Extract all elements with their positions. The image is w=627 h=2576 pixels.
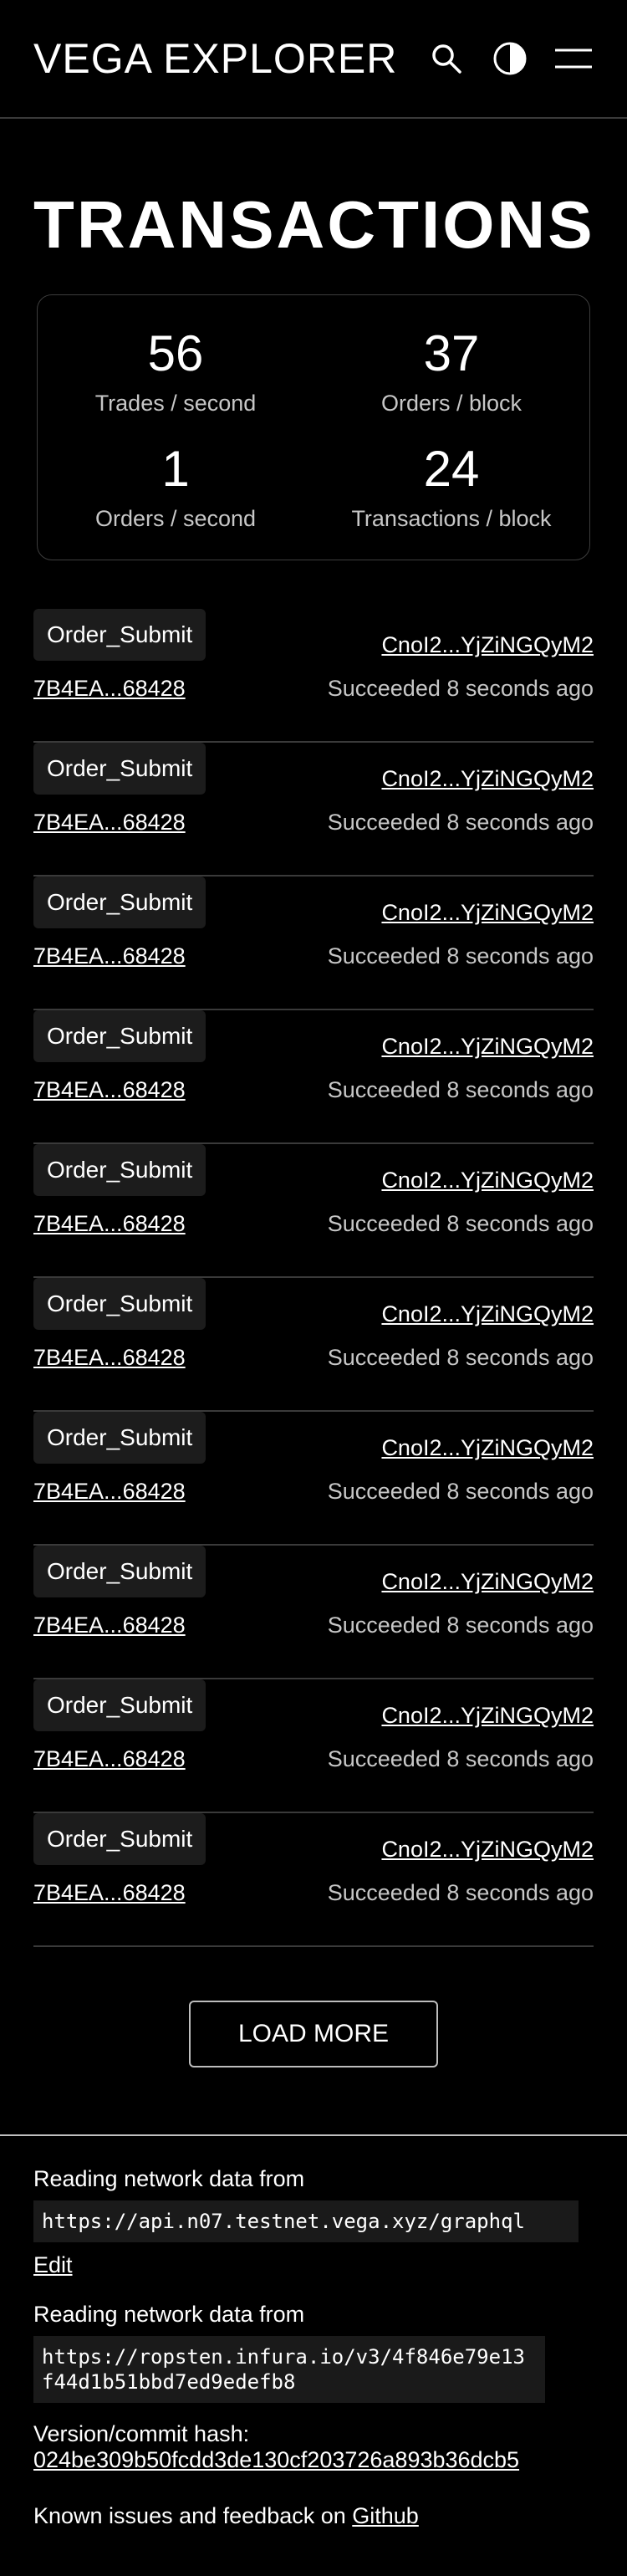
tx-type-badge: Order_Submit [33, 1144, 206, 1196]
tx-status: Succeeded 8 seconds ago [327, 810, 594, 835]
transaction-row: Order_Submit CnoI2...YjZiNGQyM2 7B4EA...68… [33, 609, 594, 743]
stat-label: Orders / second [94, 505, 257, 531]
transaction-row: Order_Submit CnoI2...YjZiNGQyM2 7B4EA...68… [33, 1813, 594, 1947]
network-label: Reading network data from [33, 2302, 305, 2327]
stat-orders-per-second: 1 Orders / second [38, 427, 314, 543]
transaction-row: Order_Submit CnoI2...YjZiNGQyM2 7B4EA...68… [33, 1278, 594, 1412]
tx-status: Succeeded 8 seconds ago [327, 676, 594, 701]
tx-status: Succeeded 8 seconds ago [327, 1077, 594, 1102]
tx-hash-link[interactable]: 7B4EA...68428 [33, 1345, 186, 1371]
brand-logo[interactable]: VEGA EXPLORER [33, 34, 397, 83]
tx-submitter-link[interactable]: CnoI2...YjZiNGQyM2 [381, 1435, 594, 1461]
network-info-1: Reading network data from https://api.n0… [33, 2166, 594, 2278]
stat-orders-per-block: 37 Orders / block [314, 312, 589, 427]
tx-type-badge: Order_Submit [33, 1546, 206, 1597]
load-more-container: LOAD MORE [0, 2001, 627, 2067]
stat-trades-per-second: 56 Trades / second [38, 312, 314, 427]
tx-type-badge: Order_Submit [33, 1813, 206, 1865]
transaction-row: Order_Submit CnoI2...YjZiNGQyM2 7B4EA...68… [33, 1010, 594, 1144]
tx-type-badge: Order_Submit [33, 743, 206, 795]
tx-status: Succeeded 8 seconds ago [327, 1211, 594, 1236]
stat-label: Transactions / block [351, 505, 552, 531]
header-actions [426, 38, 594, 79]
tx-submitter-link[interactable]: CnoI2...YjZiNGQyM2 [381, 1034, 594, 1060]
stat-label: Orders / block [380, 390, 522, 416]
tx-status: Succeeded 8 seconds ago [327, 1746, 594, 1771]
tx-status: Succeeded 8 seconds ago [327, 943, 594, 969]
tx-type-badge: Order_Submit [33, 1010, 206, 1062]
tx-type-badge: Order_Submit [33, 877, 206, 928]
tx-hash-link[interactable]: 7B4EA...68428 [33, 1613, 186, 1638]
stat-transactions-per-block: 24 Transactions / block [314, 427, 589, 543]
search-icon[interactable] [426, 38, 466, 79]
network-stats-card: 56 Trades / second 37 Orders / block 1 O… [37, 294, 590, 560]
transaction-row: Order_Submit CnoI2...YjZiNGQyM2 7B4EA...68… [33, 743, 594, 877]
transaction-row: Order_Submit CnoI2...YjZiNGQyM2 7B4EA...68… [33, 1144, 594, 1278]
stat-value: 1 [161, 440, 190, 497]
version-hash-link[interactable]: 024be309b50fcdd3de130cf203726a893b36dcb5 [33, 2447, 519, 2473]
search-icon-glyph [432, 44, 461, 74]
edit-link[interactable]: Edit [33, 2252, 73, 2278]
known-issues: Known issues and feedback on Github [33, 2503, 594, 2529]
site-header: VEGA EXPLORER [0, 0, 627, 119]
ethereum-node-url: https://ropsten.infura.io/v3/4f846e79e13… [33, 2336, 545, 2403]
theme-toggle-icon[interactable] [490, 38, 530, 79]
tx-submitter-link[interactable]: CnoI2...YjZiNGQyM2 [381, 900, 594, 926]
version-label: Version/commit hash: [33, 2421, 250, 2446]
tx-submitter-link[interactable]: CnoI2...YjZiNGQyM2 [381, 632, 594, 658]
tx-status: Succeeded 8 seconds ago [327, 1880, 594, 1905]
menu-icon[interactable] [553, 38, 594, 79]
tx-status: Succeeded 8 seconds ago [327, 1479, 594, 1504]
tx-hash-link[interactable]: 7B4EA...68428 [33, 1746, 186, 1772]
tx-submitter-link[interactable]: CnoI2...YjZiNGQyM2 [381, 1703, 594, 1729]
page-title: TRANSACTIONS [33, 187, 595, 262]
menu-icon-glyph [555, 49, 592, 69]
network-url: https://api.n07.testnet.vega.xyz/graphql [33, 2200, 579, 2242]
tx-type-badge: Order_Submit [33, 1679, 206, 1731]
edit-row: Edit [33, 2252, 594, 2278]
tx-hash-link[interactable]: 7B4EA...68428 [33, 1211, 186, 1237]
tx-status: Succeeded 8 seconds ago [327, 1613, 594, 1638]
tx-hash-link[interactable]: 7B4EA...68428 [33, 1077, 186, 1103]
transaction-row: Order_Submit CnoI2...YjZiNGQyM2 7B4EA...68… [33, 1412, 594, 1546]
network-info-2: Reading network data from https://ropste… [33, 2302, 594, 2403]
tx-hash-link[interactable]: 7B4EA...68428 [33, 810, 186, 836]
transaction-row: Order_Submit CnoI2...YjZiNGQyM2 7B4EA...68… [33, 1679, 594, 1813]
tx-hash-link[interactable]: 7B4EA...68428 [33, 1479, 186, 1505]
tx-submitter-link[interactable]: CnoI2...YjZiNGQyM2 [381, 766, 594, 792]
tx-hash-link[interactable]: 7B4EA...68428 [33, 943, 186, 969]
tx-submitter-link[interactable]: CnoI2...YjZiNGQyM2 [381, 1569, 594, 1595]
version-info: Version/commit hash: 024be309b50fcdd3de1… [33, 2421, 594, 2473]
tx-hash-link[interactable]: 7B4EA...68428 [33, 676, 186, 702]
network-label: Reading network data from [33, 2166, 305, 2191]
tx-type-badge: Order_Submit [33, 1278, 206, 1330]
transaction-row: Order_Submit CnoI2...YjZiNGQyM2 7B4EA...68… [33, 1546, 594, 1679]
transaction-row: Order_Submit CnoI2...YjZiNGQyM2 7B4EA...68… [33, 877, 594, 1010]
tx-submitter-link[interactable]: CnoI2...YjZiNGQyM2 [381, 1168, 594, 1193]
stat-value: 37 [423, 325, 480, 381]
stat-value: 24 [423, 440, 480, 497]
site-footer: Reading network data from https://api.n0… [0, 2134, 627, 2529]
tx-type-badge: Order_Submit [33, 609, 206, 661]
tx-submitter-link[interactable]: CnoI2...YjZiNGQyM2 [381, 1837, 594, 1863]
tx-type-badge: Order_Submit [33, 1412, 206, 1464]
tx-status: Succeeded 8 seconds ago [327, 1345, 594, 1370]
stat-value: 56 [147, 325, 204, 381]
tx-hash-link[interactable]: 7B4EA...68428 [33, 1880, 186, 1906]
tx-submitter-link[interactable]: CnoI2...YjZiNGQyM2 [381, 1301, 594, 1327]
transaction-list: Order_Submit CnoI2...YjZiNGQyM2 7B4EA...68… [33, 609, 594, 1947]
github-link[interactable]: Github [352, 2503, 419, 2529]
theme-toggle-icon-glyph [493, 42, 527, 75]
known-issues-text: Known issues and feedback on [33, 2503, 353, 2528]
stat-label: Trades / second [94, 390, 257, 416]
load-more-button[interactable]: LOAD MORE [189, 2001, 438, 2067]
